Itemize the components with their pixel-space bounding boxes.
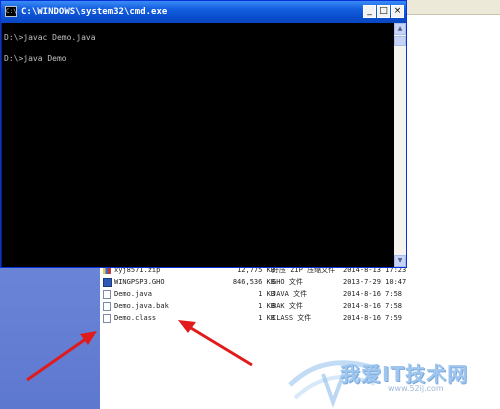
arrow-right-icon: [178, 320, 253, 367]
arrow-left-icon: [26, 331, 97, 382]
annotation-arrows: [26, 320, 253, 382]
